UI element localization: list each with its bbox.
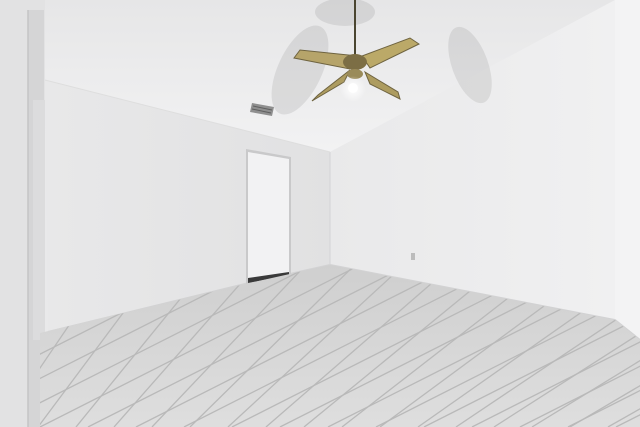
right-wall-edge <box>615 0 640 340</box>
fan-motor <box>343 54 367 70</box>
wall-outlet <box>411 253 415 260</box>
closet-door-panel <box>33 100 45 340</box>
room-illustration <box>0 0 640 427</box>
interior-door[interactable] <box>246 149 291 284</box>
empty-room-photo <box>0 0 640 427</box>
